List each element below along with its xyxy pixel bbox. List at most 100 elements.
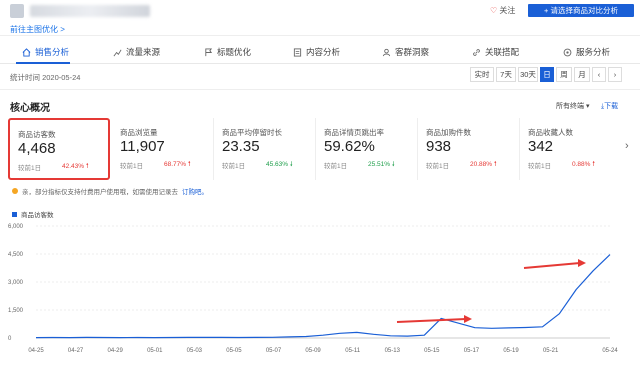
up-arrow-icon: 🠕 bbox=[592, 161, 596, 168]
metric-label: 商品平均停留时长 bbox=[222, 128, 282, 137]
metric-value: 11,907 bbox=[120, 138, 165, 155]
series-line-visitors[interactable] bbox=[35, 254, 611, 339]
tab-label: 流量来源 bbox=[126, 47, 161, 57]
x-tick-label: 05-07 bbox=[266, 348, 282, 354]
tab-title-optimize[interactable]: 标题优化 bbox=[204, 46, 251, 58]
notice: 亲，部分指标仅支持付费用户使用哦，如需使用记录去 订购吧。 bbox=[12, 186, 208, 196]
y-tick-label: 0 bbox=[8, 336, 12, 342]
metric-change: 20.88% 🠕 bbox=[470, 160, 497, 171]
annotation-arrow-icon bbox=[396, 315, 472, 323]
metric-label: 商品访客数 bbox=[18, 130, 56, 139]
period-7days[interactable]: 7天 bbox=[496, 67, 516, 82]
metric-card-pageviews[interactable]: 商品浏览量 11,907 较前1日 68.77% 🠕 bbox=[112, 118, 214, 180]
metric-compare: 较前1日 bbox=[528, 163, 552, 170]
metric-label: 商品详情页跳出率 bbox=[324, 128, 384, 137]
product-thumbnail bbox=[10, 4, 24, 18]
period-week[interactable]: 周 bbox=[556, 67, 572, 82]
metric-card-cart-adds[interactable]: 商品加购件数 938 较前1日 20.88% 🠕 bbox=[418, 118, 520, 180]
up-arrow-icon: 🠕 bbox=[187, 161, 191, 168]
metric-value: 23.35 bbox=[222, 138, 260, 155]
x-tick-label: 05-13 bbox=[385, 348, 401, 354]
home-icon bbox=[22, 47, 31, 57]
terminal-select-value: 所有终端 bbox=[556, 103, 584, 110]
metric-label: 商品浏览量 bbox=[120, 128, 158, 137]
x-tick-label: 04-25 bbox=[28, 348, 44, 354]
x-tick-label: 05-17 bbox=[464, 348, 480, 354]
tab-service-analysis[interactable]: 服务分析 bbox=[563, 46, 610, 58]
x-tick-label: 05-01 bbox=[147, 348, 163, 354]
analysis-tabs: 销售分析 流量来源 标题优化 内容分析 客群洞察 关联搭配 服务分析 bbox=[0, 40, 640, 64]
down-arrow-icon: 🠗 bbox=[391, 161, 395, 168]
y-tick-label: 4,500 bbox=[8, 252, 24, 258]
metric-change: 0.88% 🠕 bbox=[572, 160, 595, 171]
x-tick-label: 05-11 bbox=[345, 348, 361, 354]
terminal-select[interactable]: 所有终端 ▾ bbox=[556, 101, 589, 111]
tab-audience-insight[interactable]: 客群洞察 bbox=[382, 46, 429, 58]
period-month[interactable]: 月 bbox=[574, 67, 590, 82]
metric-change-value: 68.77% bbox=[164, 161, 187, 168]
tab-label: 客群洞察 bbox=[395, 47, 430, 57]
download-label: 下载 bbox=[604, 103, 619, 110]
x-tick-label: 05-24 bbox=[602, 348, 618, 354]
top-bar: 前往主图优化 > ♡ 关注 + 请选择商品对比分析 bbox=[0, 0, 640, 36]
visitors-line-chart: 0 1,500 3,000 4,500 6,000 04-25 04-27 04-29 05-0… bbox=[8, 224, 618, 354]
stat-time: 统计时间 2020-05-24 bbox=[10, 73, 81, 82]
tab-label: 标题优化 bbox=[217, 47, 252, 57]
metric-change: 45.63% 🠗 bbox=[266, 160, 293, 171]
metric-label: 商品加购件数 bbox=[426, 128, 471, 137]
link-icon bbox=[473, 48, 480, 56]
core-metrics: 商品访客数 4,468 较前1日 42.43% 🠕 商品浏览量 11,907 较… bbox=[8, 118, 620, 180]
x-tick-label: 04-29 bbox=[107, 348, 123, 354]
metric-compare: 较前1日 bbox=[18, 165, 42, 172]
metric-card-favorites[interactable]: 商品收藏人数 342 较前1日 0.88% 🠕 bbox=[520, 118, 622, 180]
people-icon bbox=[382, 48, 391, 56]
metric-card-avg-stay[interactable]: 商品平均停留时长 23.35 较前1日 45.63% 🠗 bbox=[214, 118, 316, 180]
subscribe-link[interactable]: 订购吧。 bbox=[182, 186, 208, 196]
period-day[interactable]: 日 bbox=[540, 67, 554, 82]
core-overview-title: 核心概况 bbox=[10, 103, 50, 114]
prev-arrow-icon[interactable]: ‹ bbox=[592, 67, 606, 82]
compare-product-button[interactable]: + 请选择商品对比分析 bbox=[528, 4, 634, 17]
up-arrow-icon: 🠕 bbox=[493, 161, 497, 168]
main-image-optimize-link[interactable]: 前往主图优化 > bbox=[10, 24, 65, 35]
tab-related-match[interactable]: 关联搭配 bbox=[472, 46, 519, 58]
up-arrow-icon: 🠕 bbox=[85, 163, 89, 170]
tab-content-analysis[interactable]: 内容分析 bbox=[293, 46, 340, 58]
metric-value: 59.62% bbox=[324, 138, 375, 155]
blurred-product-title bbox=[30, 5, 150, 17]
follow-button[interactable]: ♡ 关注 bbox=[490, 5, 515, 16]
annotation-arrow-icon bbox=[523, 259, 586, 269]
x-tick-label: 05-05 bbox=[226, 348, 242, 354]
legend-swatch bbox=[12, 211, 17, 217]
period-30days[interactable]: 30天 bbox=[518, 67, 538, 82]
metric-change-value: 42.43% bbox=[62, 163, 85, 170]
download-button[interactable]: ⤓下载 bbox=[601, 101, 618, 111]
cards-next-arrow-icon[interactable]: › bbox=[625, 140, 629, 152]
metric-value: 342 bbox=[528, 138, 554, 155]
x-tick-label: 05-21 bbox=[543, 348, 559, 354]
x-tick-label: 05-15 bbox=[424, 348, 440, 354]
next-arrow-icon[interactable]: › bbox=[608, 67, 622, 82]
x-tick-label: 05-03 bbox=[187, 348, 203, 354]
doc-icon bbox=[293, 47, 302, 57]
notice-text: 亲，部分指标仅支持付费用户使用哦，如需使用记录去 bbox=[22, 189, 178, 196]
x-tick-label: 05-19 bbox=[503, 348, 519, 354]
down-arrow-icon: 🠗 bbox=[289, 161, 293, 168]
metric-change: 68.77% 🠕 bbox=[164, 160, 191, 171]
metric-change-value: 25.51% bbox=[368, 161, 391, 168]
tab-label: 内容分析 bbox=[306, 47, 341, 57]
metric-card-visitors[interactable]: 商品访客数 4,468 较前1日 42.43% 🠕 bbox=[8, 118, 110, 180]
trend-icon bbox=[113, 49, 122, 56]
metric-change-value: 45.63% bbox=[266, 161, 289, 168]
metric-change: 42.43% 🠕 bbox=[62, 162, 89, 173]
period-realtime[interactable]: 实时 bbox=[470, 67, 494, 82]
tab-label: 服务分析 bbox=[576, 47, 611, 57]
metric-change-value: 20.88% bbox=[470, 161, 493, 168]
metric-compare: 较前1日 bbox=[324, 163, 348, 170]
metric-card-bounce-rate[interactable]: 商品详情页跳出率 59.62% 较前1日 25.51% 🠗 bbox=[316, 118, 418, 180]
metric-label: 商品收藏人数 bbox=[528, 128, 573, 137]
tab-sales-analysis[interactable]: 销售分析 bbox=[22, 46, 69, 58]
x-tick-label: 04-27 bbox=[68, 348, 84, 354]
tab-traffic-source[interactable]: 流量来源 bbox=[113, 46, 160, 58]
metric-compare: 较前1日 bbox=[120, 163, 144, 170]
